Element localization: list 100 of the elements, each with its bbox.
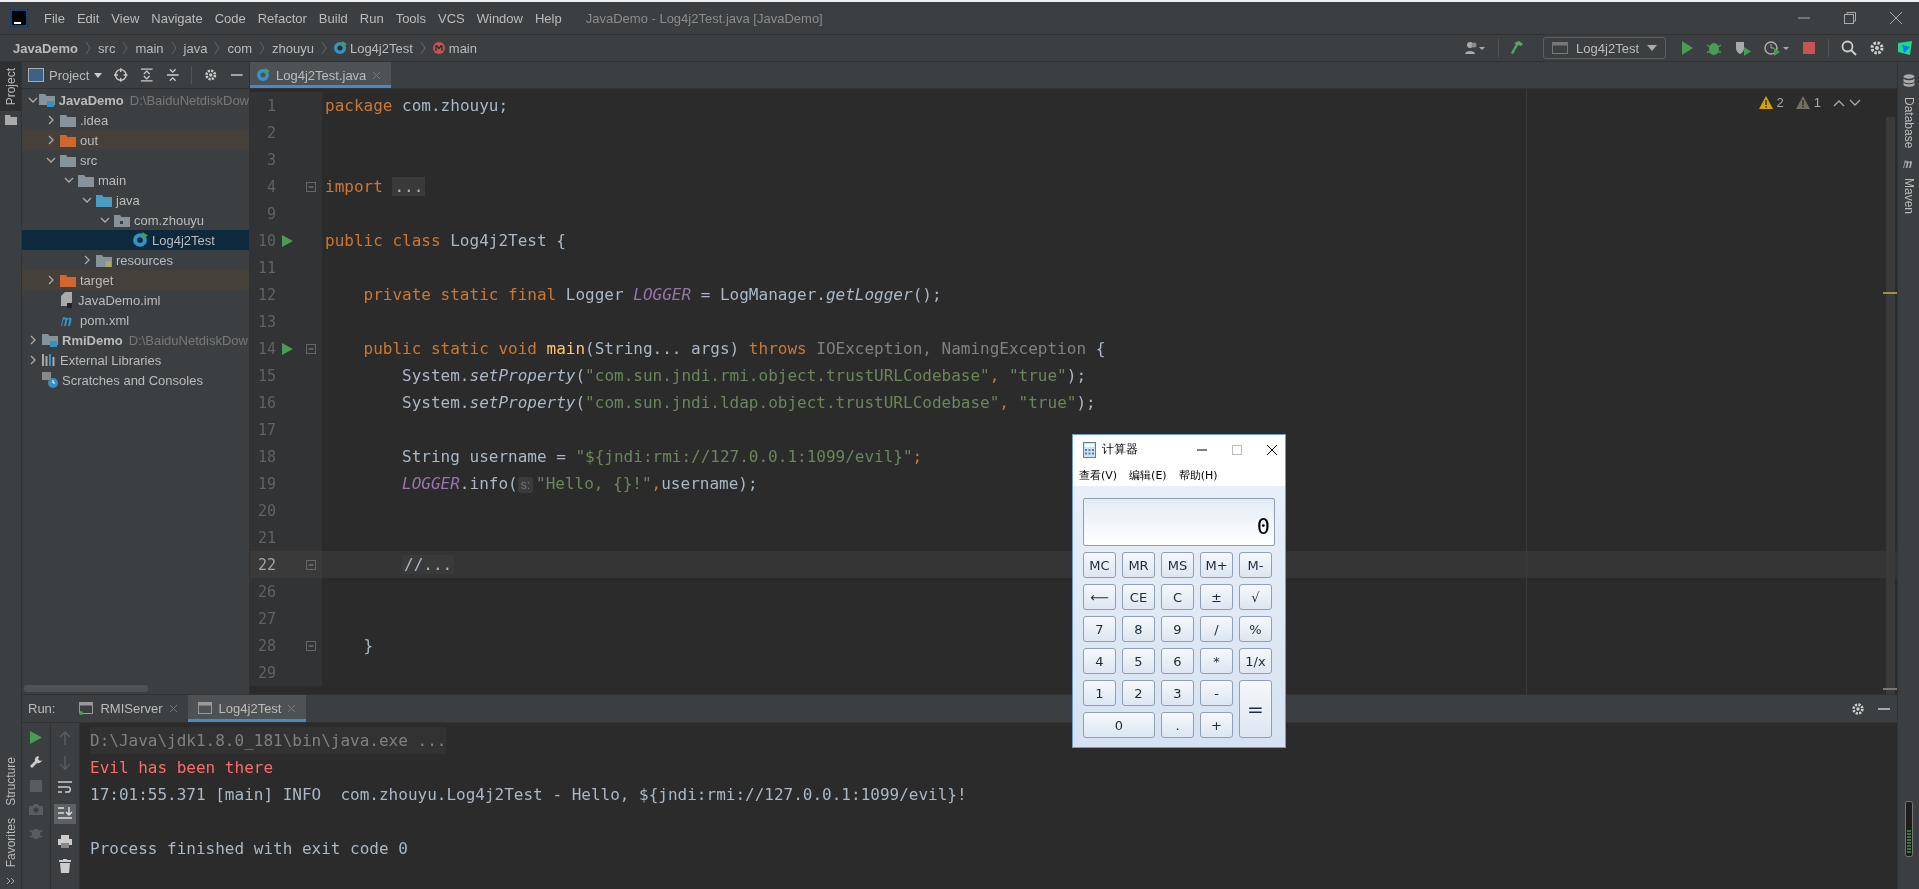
editor-tab[interactable]: Log4j2Test.java <box>250 62 392 88</box>
settings-icon[interactable] <box>1869 40 1885 56</box>
calculator-key[interactable]: CE <box>1122 584 1155 610</box>
calculator-key[interactable]: 3 <box>1161 680 1194 706</box>
menu-item[interactable]: Refactor <box>251 10 313 26</box>
menu-item[interactable]: Help <box>528 10 568 26</box>
soft-wrap-icon[interactable] <box>58 781 72 793</box>
tree-item[interactable]: pom.xml <box>22 310 249 330</box>
tree-item[interactable]: JavaDemo D:\BaiduNetdiskDow <box>22 90 249 110</box>
weak-warning-icon[interactable] <box>1795 96 1810 109</box>
more-icon[interactable] <box>5 877 16 885</box>
calculator-key[interactable]: + <box>1200 712 1233 738</box>
menu-item[interactable]: Build <box>312 10 354 26</box>
menu-item[interactable]: Tools <box>389 10 432 26</box>
calculator-key[interactable]: MR <box>1122 552 1155 578</box>
tree-item[interactable]: out <box>22 130 249 150</box>
tool-window-button[interactable]: Database <box>1901 91 1916 155</box>
wrench-icon[interactable] <box>29 755 43 769</box>
tree-item[interactable]: src <box>22 150 249 170</box>
menu-item[interactable]: Code <box>208 10 252 26</box>
close-icon[interactable] <box>1266 443 1278 456</box>
previous-icon[interactable] <box>1833 98 1845 107</box>
collapse-all-icon[interactable] <box>165 68 179 82</box>
print-icon[interactable] <box>58 835 72 848</box>
calculator-key[interactable]: 0 <box>1083 712 1155 738</box>
calculator-key[interactable]: 1/x <box>1239 648 1272 674</box>
settings-icon[interactable] <box>204 68 218 82</box>
tree-item[interactable]: RmiDemo D:\BaiduNetdiskDow <box>22 330 249 350</box>
tree-item[interactable]: main <box>22 170 249 190</box>
calculator-key[interactable]: ± <box>1200 584 1233 610</box>
run-icon[interactable] <box>1680 40 1694 56</box>
plugin-logo-icon[interactable] <box>1897 40 1913 56</box>
project-view-dropdown[interactable]: Project <box>28 67 109 83</box>
breadcrumb[interactable]: src <box>98 40 116 56</box>
menu-item[interactable]: Window <box>470 10 529 26</box>
user-icon[interactable] <box>1464 40 1487 56</box>
breadcrumb[interactable]: com <box>227 40 252 56</box>
calculator-key[interactable]: ⟵ <box>1083 584 1116 610</box>
run-configuration-dropdown[interactable]: Log4j2Test <box>1543 37 1666 59</box>
calculator-key[interactable]: 8 <box>1122 616 1155 642</box>
settings-icon[interactable] <box>1851 701 1865 716</box>
tree-item[interactable]: resources <box>22 250 249 270</box>
locate-icon[interactable] <box>114 68 128 82</box>
calculator-key[interactable]: 1 <box>1083 680 1116 706</box>
scroll-to-end-icon[interactable] <box>54 804 76 824</box>
calculator-key[interactable]: = <box>1239 680 1272 738</box>
calculator-key[interactable]: MS <box>1161 552 1194 578</box>
calculator-key[interactable]: M+ <box>1200 552 1233 578</box>
project-tool-button[interactable]: Project <box>0 62 21 112</box>
tool-window-button[interactable]: Maven <box>1901 172 1916 221</box>
tree-item[interactable]: Scratches and Consoles <box>22 370 249 390</box>
expand-all-icon[interactable] <box>140 68 154 82</box>
tree-item[interactable]: java <box>22 190 249 210</box>
next-icon[interactable] <box>1849 98 1861 107</box>
calculator-key[interactable]: 4 <box>1083 648 1116 674</box>
run-icon[interactable] <box>282 234 293 247</box>
tree-item[interactable]: com.zhouyu <box>22 210 249 230</box>
menu-item[interactable]: 帮助(H) <box>1178 467 1218 483</box>
breadcrumb[interactable]: main <box>135 40 164 56</box>
tree-item[interactable]: .idea <box>22 110 249 130</box>
calculator-key[interactable]: C <box>1161 584 1194 610</box>
calculator-key[interactable]: 5 <box>1122 648 1155 674</box>
tree-item[interactable]: Log4j2Test <box>22 230 249 250</box>
tree-item[interactable]: JavaDemo.iml <box>22 290 249 310</box>
calculator-key[interactable]: / <box>1200 616 1233 642</box>
menu-item[interactable]: VCS <box>432 10 471 26</box>
menu-item[interactable]: 查看(V) <box>1079 467 1118 483</box>
calculator-key[interactable]: . <box>1161 712 1194 738</box>
breadcrumb[interactable]: zhouyu <box>272 40 314 56</box>
calculator-key[interactable]: % <box>1239 616 1272 642</box>
calculator-key[interactable]: √ <box>1239 584 1272 610</box>
stop-icon[interactable] <box>1802 41 1816 55</box>
menu-item[interactable]: Edit <box>70 10 106 26</box>
restore-icon[interactable] <box>1843 11 1857 25</box>
rerun-icon[interactable] <box>30 731 42 744</box>
search-icon[interactable] <box>1841 40 1857 56</box>
breadcrumb[interactable]: java <box>183 40 208 56</box>
calculator-key[interactable]: 6 <box>1161 648 1194 674</box>
breadcrumb[interactable]: main <box>448 40 477 56</box>
profiler-icon[interactable] <box>1764 40 1790 56</box>
tree-item[interactable]: target <box>22 270 249 290</box>
run-tab[interactable]: Log4j2Test <box>187 695 307 722</box>
calculator-key[interactable]: 2 <box>1122 680 1155 706</box>
tree-item[interactable]: External Libraries <box>22 350 249 370</box>
menu-item[interactable]: 编辑(E) <box>1129 467 1167 483</box>
calculator-key[interactable]: 9 <box>1161 616 1194 642</box>
breadcrumb[interactable]: JavaDemo <box>13 40 79 56</box>
menu-item[interactable]: View <box>105 10 146 26</box>
calculator-key[interactable]: * <box>1200 648 1233 674</box>
menu-item[interactable]: Run <box>353 10 390 26</box>
menu-item[interactable]: File <box>38 10 71 26</box>
breadcrumb[interactable]: Log4j2Test <box>349 40 413 56</box>
tool-window-button[interactable]: Favorites <box>3 811 18 873</box>
tool-window-button[interactable]: Structure <box>3 750 18 812</box>
calculator-key[interactable]: MC <box>1083 552 1116 578</box>
calculator-key[interactable]: 7 <box>1083 616 1116 642</box>
bug-icon[interactable] <box>1706 40 1722 56</box>
warning-icon[interactable] <box>1758 96 1773 109</box>
menu-item[interactable]: Navigate <box>145 10 209 26</box>
run-tab[interactable]: RMIServer <box>69 695 188 722</box>
